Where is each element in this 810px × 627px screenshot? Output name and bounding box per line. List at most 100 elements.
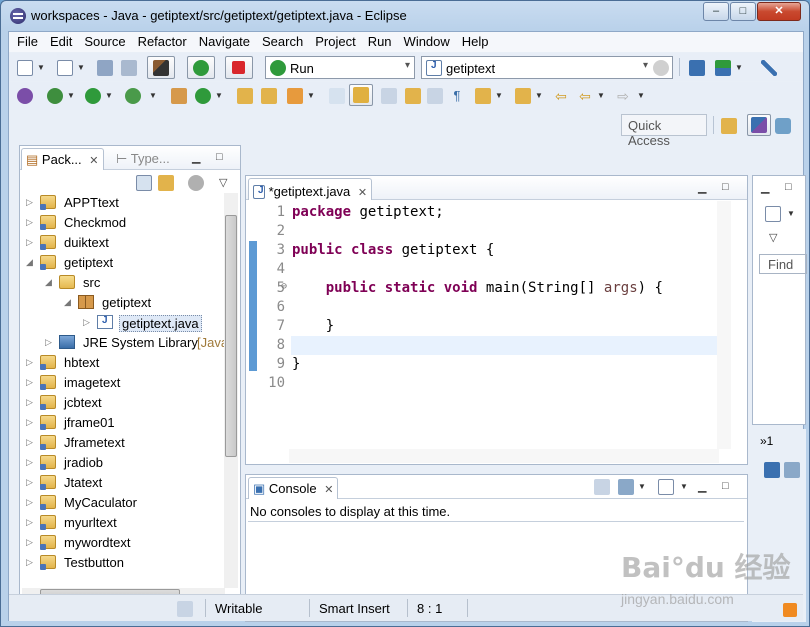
back-icon[interactable]: ⇦ xyxy=(577,88,593,104)
menu-source[interactable]: Source xyxy=(78,32,131,52)
tree-item-appttext[interactable]: ▷ APPTtext xyxy=(20,193,225,213)
open-perspective-icon[interactable] xyxy=(721,118,737,134)
expand-arrow-icon[interactable]: ▷ xyxy=(26,457,33,468)
tree-item-getiptext[interactable]: ◢ getiptext xyxy=(20,253,225,273)
link-with-editor-icon[interactable] xyxy=(158,175,174,191)
display-console-dropdown-icon[interactable]: ▼ xyxy=(638,479,646,495)
quick-access-field[interactable]: Quick Access xyxy=(621,114,707,148)
build-button[interactable] xyxy=(147,56,175,79)
java-perspective-button[interactable] xyxy=(747,114,771,136)
tree-item-myurltext[interactable]: ▷ myurltext xyxy=(20,513,225,533)
expand-arrow-icon[interactable]: ▷ xyxy=(83,317,90,328)
last-edit-icon[interactable]: ⇦ xyxy=(553,88,569,104)
tree-item-jcbtext[interactable]: ▷ jcbtext xyxy=(20,393,225,413)
tree-item-getiptext-java[interactable]: ▷ getiptext.java xyxy=(20,313,225,333)
new-task-icon[interactable] xyxy=(765,206,781,222)
previous-annotation-dropdown-icon[interactable]: ▼ xyxy=(535,88,543,104)
new-project-dropdown-icon[interactable]: ▼ xyxy=(77,60,85,76)
debug-icon[interactable] xyxy=(47,88,63,104)
debug-perspective-switch-icon[interactable] xyxy=(775,118,791,134)
new-task-dropdown-icon[interactable]: ▼ xyxy=(787,206,795,222)
expand-arrow-icon[interactable]: ▷ xyxy=(26,437,33,448)
save-icon[interactable] xyxy=(97,60,113,76)
menu-project[interactable]: Project xyxy=(309,32,361,52)
coverage-icon[interactable] xyxy=(125,88,141,104)
pin-console-icon[interactable] xyxy=(594,479,610,495)
run-button[interactable] xyxy=(187,56,215,79)
expand-arrow-icon[interactable]: ▷ xyxy=(26,557,33,568)
skip-breakpoints-icon[interactable] xyxy=(761,60,777,76)
tree-item-checkmod[interactable]: ▷ Checkmod xyxy=(20,213,225,233)
expand-arrow-icon[interactable]: ▷ xyxy=(26,497,33,508)
collapse-arrow-icon[interactable]: ◢ xyxy=(45,277,52,288)
collapse-arrow-icon[interactable]: ◢ xyxy=(64,297,71,308)
view-menu-icon[interactable]: ▽ xyxy=(219,176,227,189)
menu-help[interactable]: Help xyxy=(456,32,495,52)
minimize-button[interactable]: – xyxy=(703,2,729,21)
annotation-icon[interactable] xyxy=(329,88,345,104)
run-as-dropdown-icon[interactable]: ▼ xyxy=(105,88,113,104)
search-icon[interactable] xyxy=(287,88,303,104)
more-views-indicator[interactable]: »1 xyxy=(760,434,773,448)
tree-scroll-thumb[interactable] xyxy=(225,215,237,457)
maximize-view-icon[interactable]: □ xyxy=(785,181,792,193)
tree-item-jframetext[interactable]: ▷ Jframetext xyxy=(20,433,225,453)
menu-run[interactable]: Run xyxy=(362,32,398,52)
code-editor[interactable]: 1 2 3 4 5 6 7 8 9 10 ⊖ package getiptext… xyxy=(246,201,718,451)
back-dropdown-icon[interactable]: ▼ xyxy=(597,88,605,104)
task-list-icon[interactable] xyxy=(764,462,780,478)
menu-refactor[interactable]: Refactor xyxy=(132,32,193,52)
expand-arrow-icon[interactable]: ▷ xyxy=(26,197,33,208)
new-package-icon[interactable] xyxy=(171,88,187,104)
expand-arrow-icon[interactable]: ▷ xyxy=(26,217,33,228)
forward-dropdown-icon[interactable]: ▼ xyxy=(637,88,645,104)
tree-item-jre-system-library[interactable]: ▷ JRE System Library [Java xyxy=(20,333,225,353)
expand-arrow-icon[interactable]: ▷ xyxy=(45,337,52,348)
tab-package-explorer[interactable]: ▤ Pack... ✕ xyxy=(21,148,104,170)
minimize-view-icon[interactable]: ▁ xyxy=(698,480,706,493)
tree-item-duiktext[interactable]: ▷ duiktext xyxy=(20,233,225,253)
minimize-view-icon[interactable]: ▁ xyxy=(761,181,769,194)
expand-arrow-icon[interactable]: ▷ xyxy=(26,517,33,528)
outline-icon[interactable] xyxy=(784,462,800,478)
open-type-icon[interactable] xyxy=(237,88,253,104)
tree-item-getiptext[interactable]: ◢ getiptext xyxy=(20,293,225,313)
terminate-button[interactable] xyxy=(225,56,253,79)
launch-config-combo[interactable]: getiptext ▾ xyxy=(421,56,673,79)
tree-item-jframe01[interactable]: ▷ jframe01 xyxy=(20,413,225,433)
pilcrow-icon[interactable]: ¶ xyxy=(449,88,465,104)
debug-dropdown-icon[interactable]: ▼ xyxy=(67,88,75,104)
new-class-dropdown-icon[interactable]: ▼ xyxy=(215,88,223,104)
new-dropdown-icon[interactable]: ▼ xyxy=(37,60,45,76)
expand-arrow-icon[interactable]: ▷ xyxy=(26,477,33,488)
console-display-icon[interactable] xyxy=(689,60,705,76)
minimize-view-icon[interactable]: ▁ xyxy=(192,151,200,164)
expand-arrow-icon[interactable]: ▷ xyxy=(26,537,33,548)
external-tools-dropdown-icon[interactable]: ▼ xyxy=(735,60,743,76)
close-icon[interactable]: ✕ xyxy=(89,155,98,167)
tree-item-src[interactable]: ◢ src xyxy=(20,273,225,293)
tab-type-hierarchy[interactable]: ⊢ Type... xyxy=(112,148,174,170)
maximize-view-icon[interactable]: □ xyxy=(722,181,729,193)
menu-file[interactable]: File xyxy=(11,32,44,52)
collapse-arrow-icon[interactable]: ◢ xyxy=(26,257,33,268)
collapse-all-icon[interactable] xyxy=(136,175,152,191)
expand-arrow-icon[interactable]: ▷ xyxy=(26,237,33,248)
tree-item-mywordtext[interactable]: ▷ mywordtext xyxy=(20,533,225,553)
debug-perspective-icon[interactable] xyxy=(17,88,33,104)
menu-navigate[interactable]: Navigate xyxy=(193,32,256,52)
tree-item-imagetext[interactable]: ▷ imagetext xyxy=(20,373,225,393)
close-icon[interactable]: ✕ xyxy=(324,484,333,496)
focus-icon[interactable] xyxy=(188,175,204,191)
new-project-icon[interactable] xyxy=(57,60,73,76)
view-menu-icon[interactable]: ▽ xyxy=(769,231,777,244)
close-button[interactable]: ✕ xyxy=(757,2,801,21)
open-console-dropdown-icon[interactable]: ▼ xyxy=(680,479,688,495)
next-annotation-dropdown-icon[interactable]: ▼ xyxy=(495,88,503,104)
menu-window[interactable]: Window xyxy=(398,32,456,52)
tab-console[interactable]: ▣ Console ✕ xyxy=(248,477,339,499)
find-input[interactable]: Find xyxy=(759,254,807,274)
forward-icon[interactable]: ⇨ xyxy=(615,88,631,104)
expand-arrow-icon[interactable]: ▷ xyxy=(26,417,33,428)
search-dropdown-icon[interactable]: ▼ xyxy=(307,88,315,104)
